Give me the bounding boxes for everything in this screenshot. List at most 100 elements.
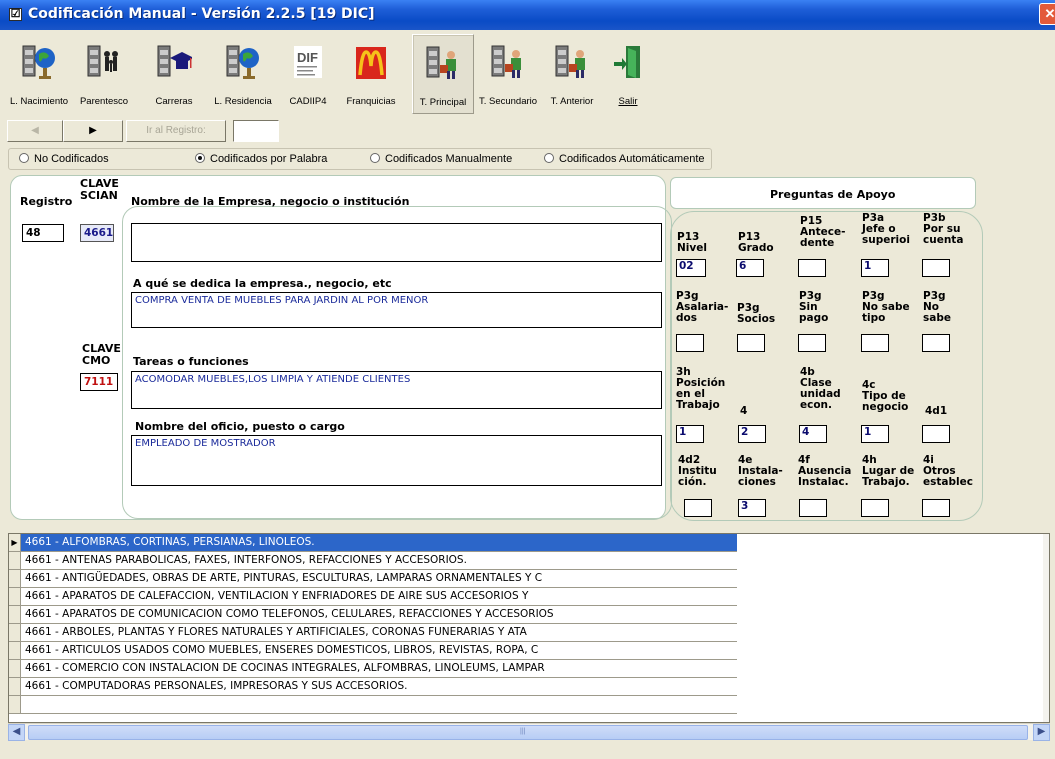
vertical-scrollbar[interactable] (1043, 534, 1049, 722)
q-4i-field[interactable] (922, 499, 950, 517)
horizontal-scrollbar[interactable]: ◀ ||| ▶ (8, 723, 1050, 741)
tool-label: L. Residencia (214, 96, 272, 107)
q-4h-field[interactable] (861, 499, 889, 517)
radio-label: Codificados Manualmente (385, 153, 513, 165)
title-bar: ☑ Codificación Manual - Versión 2.2.5 [1… (0, 0, 1055, 30)
tool-cadiip4[interactable]: DIF CADIIP4 (278, 34, 338, 114)
q-4-field[interactable]: 2 (738, 425, 766, 443)
q-p3g-sin-pago-label: P3g Sin pago (799, 290, 829, 324)
cabinet-worker-icon (426, 46, 456, 79)
q-4c-field[interactable]: 1 (861, 425, 889, 443)
clave-scian-field[interactable]: 4661 (80, 224, 114, 242)
list-item[interactable]: 4661 - ANTENAS PARABOLICAS, FAXES, INTER… (9, 552, 737, 570)
tool-t-anterior[interactable]: T. Anterior (544, 34, 600, 114)
row-header (9, 642, 21, 659)
q-4d2-label: 4d2 Institu ción. (678, 454, 717, 488)
row-header (9, 606, 21, 623)
q-p13-nivel-field[interactable]: 02 (676, 259, 706, 277)
q-4b-field[interactable]: 4 (799, 425, 827, 443)
radio-codificados-manualmente[interactable]: Codificados Manualmente (370, 153, 512, 165)
q-p3g-asalariados-label: P3g Asalaria- dos (676, 290, 729, 324)
list-item-text: 4661 - APARATOS DE COMUNICACION COMO TEL… (25, 608, 554, 620)
q-p3b-field[interactable] (922, 259, 950, 277)
q-p3g-socios-field[interactable] (737, 334, 765, 352)
q-4h-label: 4h Lugar de Trabajo. (862, 454, 915, 488)
tool-label: Salir (618, 96, 638, 107)
q-p3g-asalariados-field[interactable] (676, 334, 704, 352)
registro-header: Registro (20, 195, 73, 208)
list-item[interactable] (9, 696, 737, 714)
mcdonalds-icon (356, 47, 386, 79)
row-header (9, 552, 21, 569)
q-4i-label: 4i Otros establec (923, 454, 973, 488)
tool-label: T. Principal (419, 97, 467, 108)
row-header (9, 624, 21, 641)
q-4d1-field[interactable] (922, 425, 950, 443)
tool-label: T. Anterior (550, 96, 594, 107)
q-4c-label: 4c Tipo de negocio (862, 379, 909, 413)
goto-record-input[interactable] (233, 120, 279, 142)
cabinet-family-icon (87, 45, 118, 77)
list-item[interactable]: 4661 - APARATOS DE CALEFACCION, VENTILAC… (9, 588, 737, 606)
q-4e-field[interactable]: 3 (738, 499, 766, 517)
tool-parentesco[interactable]: Parentesco (74, 34, 134, 114)
dedica-field[interactable]: COMPRA VENTA DE MUEBLES PARA JARDIN AL P… (131, 292, 662, 328)
tool-carreras[interactable]: Carreras (142, 34, 206, 114)
close-button[interactable]: ✕ (1039, 3, 1055, 25)
tool-salir[interactable]: Salir (606, 34, 650, 114)
scroll-right-button[interactable]: ▶ (1033, 724, 1050, 741)
list-item[interactable]: ▶ 4661 - ALFOMBRAS, CORTINAS, PERSIANAS, … (9, 534, 737, 552)
tool-label: Carreras (155, 96, 193, 107)
q-p3a-field[interactable]: 1 (861, 259, 889, 277)
row-pointer-icon: ▶ (9, 534, 21, 551)
q-p3g-no-sabe-tipo-field[interactable] (861, 334, 889, 352)
q-3h-field[interactable]: 1 (676, 425, 704, 443)
list-item[interactable]: 4661 - ARBOLES, PLANTAS Y FLORES NATURAL… (9, 624, 737, 642)
list-item[interactable]: 4661 - COMERCIO CON INSTALACION DE COCIN… (9, 660, 737, 678)
radio-dot (195, 153, 205, 163)
list-item[interactable]: 4661 - ARTICULOS USADOS COMO MUEBLES, EN… (9, 642, 737, 660)
list-item[interactable]: 4661 - COMPUTADORAS PERSONALES, IMPRESOR… (9, 678, 737, 696)
list-item[interactable]: 4661 - ANTIGÜEDADES, OBRAS DE ARTE, PINT… (9, 570, 737, 588)
list-item[interactable]: 4661 - APARATOS DE COMUNICACION COMO TEL… (9, 606, 737, 624)
row-header (9, 696, 21, 713)
list-item-text: 4661 - ARBOLES, PLANTAS Y FLORES NATURAL… (25, 626, 527, 638)
row-header (9, 570, 21, 587)
q-p15-label: P15 Antece- dente (800, 215, 846, 249)
q-4b-label: 4b Clase unidad econ. (800, 366, 841, 411)
window-title: Codificación Manual - Versión 2.2.5 [19 … (28, 6, 375, 22)
registro-field[interactable]: 48 (22, 224, 64, 242)
empresa-field[interactable] (131, 223, 662, 262)
q-p13-grado-field[interactable]: 6 (736, 259, 764, 277)
q-4d2-field[interactable] (684, 499, 712, 517)
scroll-left-button[interactable]: ◀ (8, 724, 25, 741)
q-p15-field[interactable] (798, 259, 826, 277)
oficio-field[interactable]: EMPLEADO DE MOSTRADOR (131, 435, 662, 486)
q-p3g-sin-pago-field[interactable] (798, 334, 826, 352)
q-4e-label: 4e Instala- ciones (738, 454, 783, 488)
tool-t-principal[interactable]: T. Principal (412, 34, 474, 114)
exit-door-icon (614, 46, 640, 78)
tareas-field[interactable]: ACOMODAR MUEBLES,LOS LIMPIA Y ATIENDE CL… (131, 371, 662, 409)
dedica-label: A qué se dedica la empresa., negocio, et… (133, 277, 392, 290)
radio-codificados-palabra[interactable]: Codificados por Palabra (195, 153, 327, 165)
goto-record-label: Ir al Registro: (126, 120, 226, 142)
list-item-text: 4661 - ANTIGÜEDADES, OBRAS DE ARTE, PINT… (25, 572, 543, 584)
tool-l-residencia[interactable]: L. Residencia (212, 34, 274, 114)
tool-franquicias[interactable]: Franquicias (340, 34, 402, 114)
tool-t-secundario[interactable]: T. Secundario (476, 34, 540, 114)
scroll-thumb[interactable] (28, 725, 1028, 740)
q-p3g-no-sabe-field[interactable] (922, 334, 950, 352)
next-record-button[interactable]: ▶ (63, 120, 123, 142)
cabinet-worker-icon (555, 45, 585, 78)
prev-record-button[interactable]: ◀ (7, 120, 63, 142)
tool-l-nacimiento[interactable]: L. Nacimiento (6, 34, 72, 114)
list-item-text: 4661 - COMPUTADORAS PERSONALES, IMPRESOR… (25, 680, 408, 692)
row-header (9, 660, 21, 677)
q-4f-field[interactable] (799, 499, 827, 517)
window-check-icon: ☑ (9, 8, 22, 21)
tool-label: CADIIP4 (289, 96, 327, 107)
radio-no-codificados[interactable]: No Codificados (19, 153, 109, 165)
clave-cmo-field[interactable]: 7111 (80, 373, 118, 391)
radio-codificados-automaticamente[interactable]: Codificados Automáticamente (544, 153, 705, 165)
